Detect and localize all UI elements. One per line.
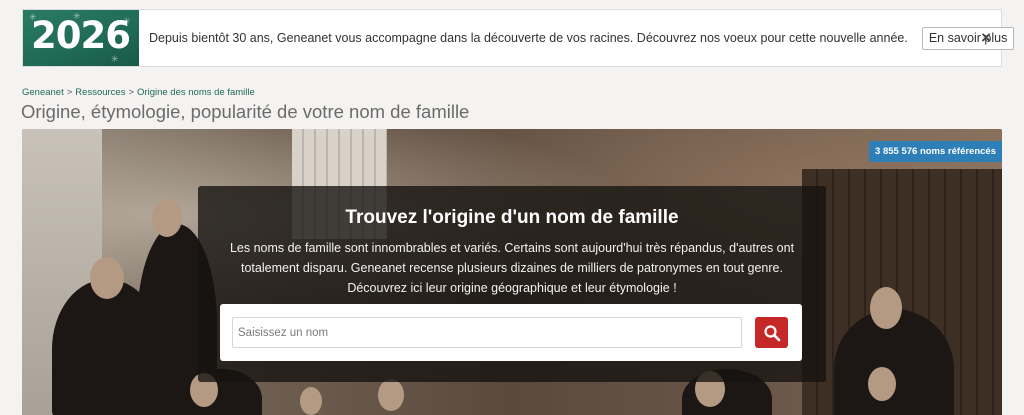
learn-more-button[interactable]: En savoir plus — [921, 26, 1015, 50]
banner-message: Depuis bientôt 30 ans, Geneanet vous acc… — [149, 31, 908, 45]
hero-description: Les noms de famille sont innombrables et… — [229, 241, 795, 295]
logo-year: 2026 — [31, 14, 131, 57]
surname-search-input[interactable] — [232, 317, 742, 348]
photo-face — [870, 287, 902, 329]
new-year-logo[interactable]: ✳ ✳ ✳ ✳ 2026 — [23, 10, 139, 66]
hero-heading: Trouvez l'origine d'un nom de famille — [345, 207, 679, 228]
breadcrumb: Geneanet > Ressources > Origine des noms de … — [22, 87, 255, 98]
breadcrumb-separator: > — [66, 87, 73, 98]
photo-face — [868, 367, 896, 401]
photo-face — [300, 387, 322, 415]
breadcrumb-separator: > — [128, 87, 135, 98]
search-form — [220, 304, 802, 361]
hero-section: 3 855 576 noms référencés Trouvez l'orig… — [22, 129, 1002, 415]
search-button[interactable] — [755, 317, 788, 348]
search-panel: Trouvez l'origine d'un nom de famille Le… — [198, 186, 826, 382]
close-icon[interactable]: × — [981, 29, 991, 46]
breadcrumb-item-ressources[interactable]: Ressources — [75, 87, 125, 98]
page-title: Origine, étymologie, popularité de votre… — [21, 101, 470, 122]
photo-face — [152, 199, 182, 237]
search-icon — [763, 324, 780, 341]
photo-face — [90, 257, 124, 299]
announcement-banner: ✳ ✳ ✳ ✳ 2026 Depuis bientôt 30 ans, Gene… — [22, 9, 1015, 67]
photo-face — [378, 379, 404, 411]
breadcrumb-item-origine[interactable]: Origine des noms de famille — [137, 87, 255, 98]
names-count-badge: 3 855 576 noms référencés — [869, 141, 1002, 162]
breadcrumb-item-geneanet[interactable]: Geneanet — [22, 87, 64, 98]
